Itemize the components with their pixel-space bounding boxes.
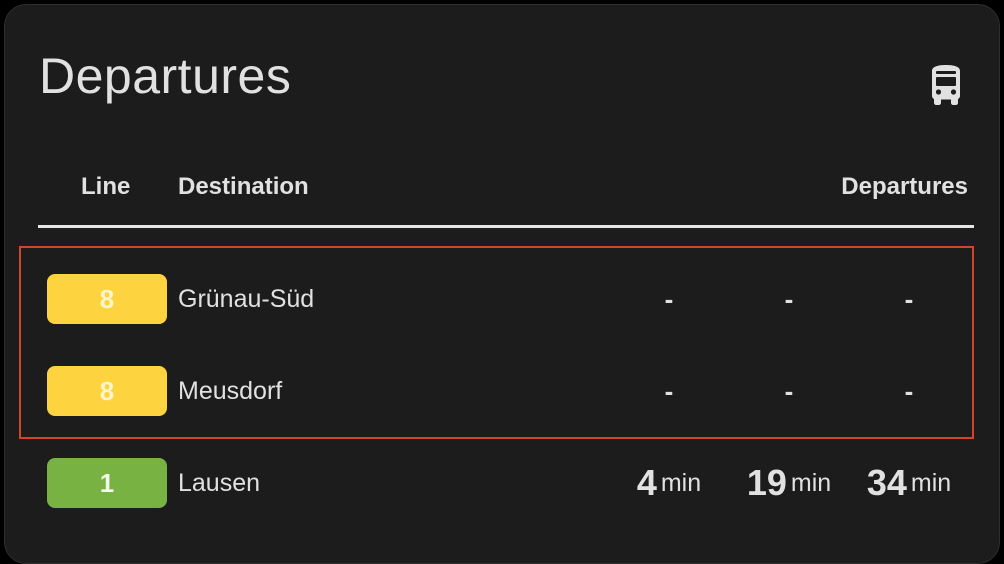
departure-time: - <box>664 375 674 406</box>
line-badge: 1 <box>47 458 167 508</box>
departure-minutes: 34 <box>866 462 907 503</box>
destination-label: Lausen <box>178 469 261 497</box>
departure-time: - <box>904 375 914 406</box>
card-title: Departures <box>39 48 292 104</box>
departure-time: 4 min <box>605 458 733 508</box>
column-header-departures: Departures <box>841 173 968 200</box>
departure-minutes: 19 <box>746 462 787 503</box>
departures-card: Departures Line Destination Departures 8… <box>4 4 1000 564</box>
line-badge: 8 <box>47 366 167 416</box>
departure-time: - <box>784 375 794 406</box>
line-badge: 8 <box>47 274 167 324</box>
departure-time: 19 min <box>725 458 853 508</box>
column-header-destination: Destination <box>178 173 309 200</box>
departure-row: 8 Meusdorf - - - <box>5 366 1001 416</box>
departure-time: - <box>664 283 674 314</box>
departure-unit: min <box>660 468 702 497</box>
destination-label: Grünau-Süd <box>178 285 315 313</box>
departure-time: - <box>784 283 794 314</box>
departure-time: - <box>904 283 914 314</box>
departure-minutes: 4 <box>636 462 657 503</box>
departure-unit: min <box>910 468 952 497</box>
departure-unit: min <box>790 468 832 497</box>
departure-row: 8 Grünau-Süd - - - <box>5 274 1001 324</box>
header-divider <box>38 225 974 228</box>
departure-row: 1 Lausen 4 min 19 min 34 min <box>5 458 1001 508</box>
bus-icon <box>932 65 960 105</box>
column-header-line: Line <box>81 173 131 200</box>
departure-time: 34 min <box>845 458 973 508</box>
destination-label: Meusdorf <box>178 377 283 405</box>
